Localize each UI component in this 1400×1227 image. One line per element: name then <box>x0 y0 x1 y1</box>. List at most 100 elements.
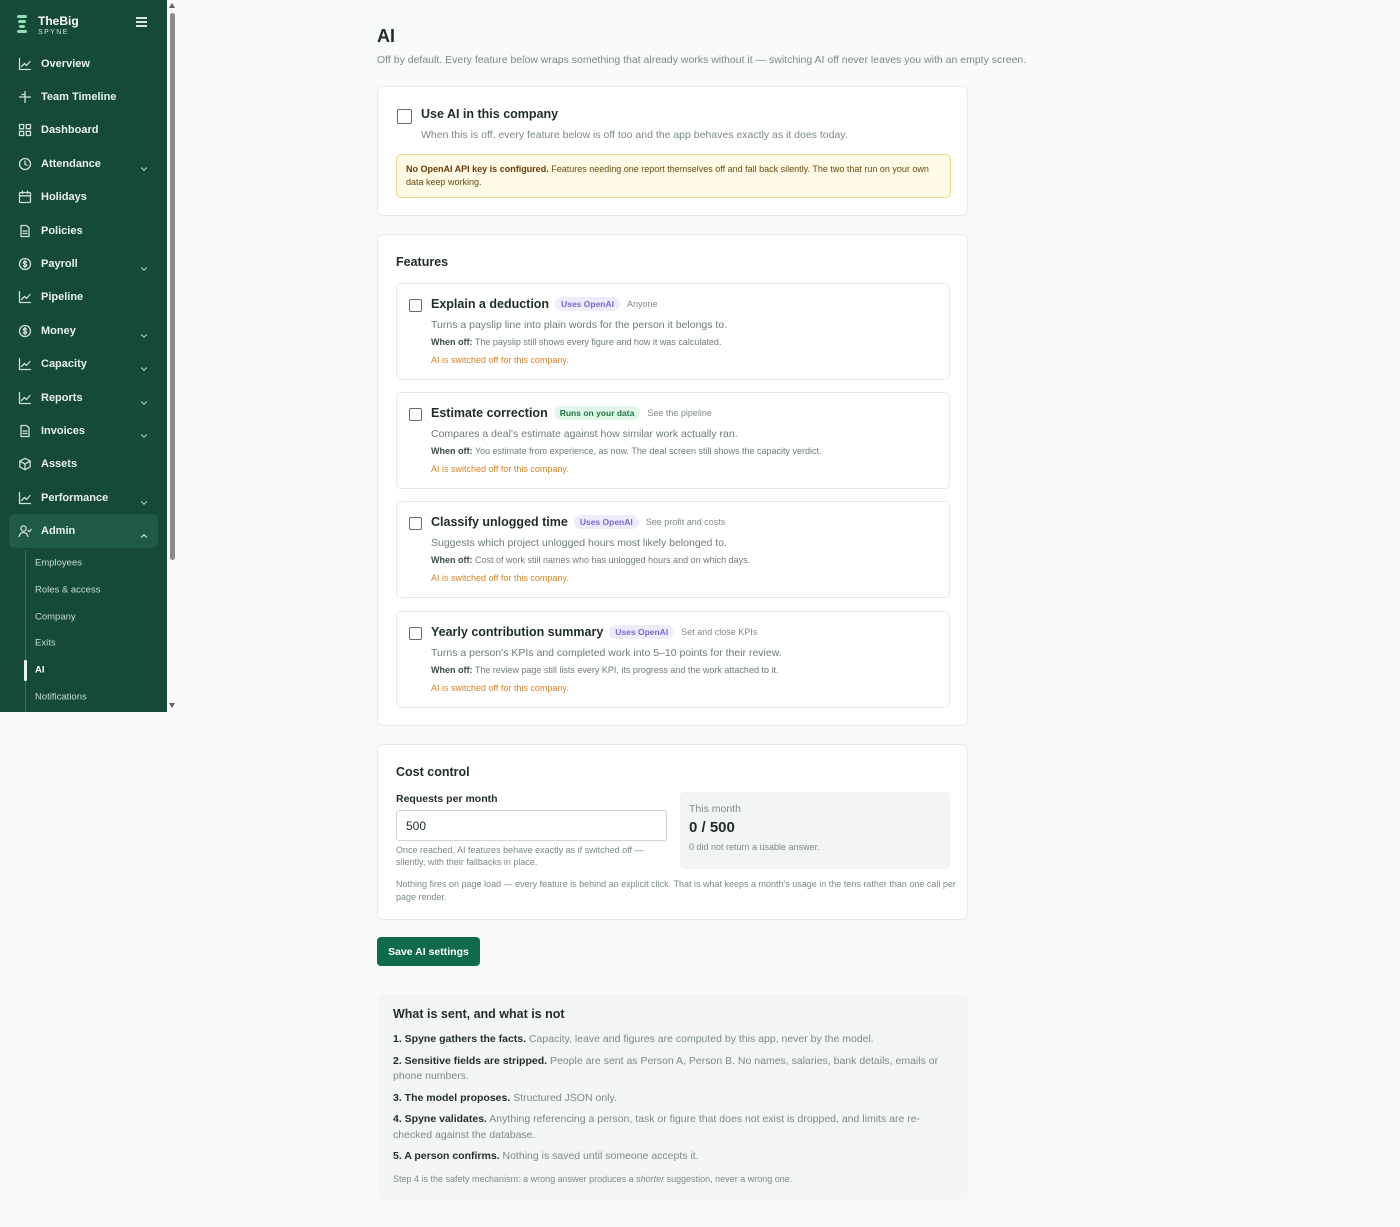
scroll-thumb[interactable] <box>170 13 175 560</box>
cost-footer-note: Nothing fires on page load — every featu… <box>396 879 956 902</box>
info-title: What is sent, and what is not <box>393 1007 565 1021</box>
sidebar-nav: Overview Team Timeline Dashboard Attendance… <box>0 47 167 712</box>
chart-line-icon <box>18 57 32 71</box>
sidebar-item-overview[interactable]: Overview <box>0 47 167 80</box>
feature-item: Estimate correction Runs on your data See … <box>396 392 950 489</box>
sidebar-item-performance[interactable]: Performance <box>0 481 167 514</box>
calendar-icon <box>18 190 32 204</box>
requests-per-month-input[interactable] <box>396 810 667 841</box>
sidebar-item-reports[interactable]: Reports <box>0 381 167 414</box>
document-icon <box>18 224 32 238</box>
chevron-up-icon[interactable] <box>140 527 148 538</box>
info-step: 3. The model proposes. Structured JSON o… <box>393 1091 943 1107</box>
feature-title: Yearly contribution summary <box>431 625 604 639</box>
feature-checkbox[interactable] <box>409 408 422 421</box>
feature-checkbox[interactable] <box>409 627 422 640</box>
feature-audience: See the pipeline <box>647 408 712 418</box>
when-off-text: The payslip still shows every figure and… <box>472 337 722 347</box>
sidebar-item-money[interactable]: Money <box>0 314 167 347</box>
sidebar-item-policies[interactable]: Policies <box>0 214 167 247</box>
requests-help-text: Once reached, AI features behave exactly… <box>396 845 644 867</box>
sidebar-item-label: Performance <box>41 491 109 504</box>
save-ai-settings-button[interactable]: Save AI settings <box>377 937 480 966</box>
sidebar-item-label: Money <box>41 324 76 337</box>
sidebar-item-team-timeline[interactable]: Team Timeline <box>0 80 167 113</box>
brand[interactable]: TheBig SPYNE <box>16 12 79 38</box>
chevron-down-icon[interactable] <box>140 260 148 271</box>
feature-checkbox[interactable] <box>409 299 422 312</box>
subnav-item-company[interactable]: Company <box>0 603 167 630</box>
info-footer-em: shorter <box>636 1174 665 1184</box>
info-steps: 1. Spyne gathers the facts. Capacity, le… <box>393 1032 943 1171</box>
scroll-up-arrow-icon[interactable] <box>169 3 175 8</box>
coin-icon <box>18 257 32 271</box>
grid-icon <box>18 123 32 137</box>
chevron-down-icon[interactable] <box>140 494 148 505</box>
feature-when-off: When off: Cost of work still names who h… <box>431 555 750 565</box>
info-step-text: Nothing is saved until someone accepts i… <box>499 1150 699 1162</box>
usage-panel: This month 0 / 500 0 did not return a us… <box>680 792 950 869</box>
api-key-warning: No OpenAI API key is configured. Feature… <box>396 154 951 198</box>
sidebar-item-payroll[interactable]: Payroll <box>0 247 167 280</box>
sidebar-item-assets[interactable]: Assets <box>0 448 167 481</box>
sidebar-item-capacity[interactable]: Capacity <box>0 348 167 381</box>
sidebar-item-label: Policies <box>41 224 83 237</box>
feature-title: Explain a deduction <box>431 297 550 311</box>
sidebar-item-label: Invoices <box>41 424 86 437</box>
sidebar-item-attendance[interactable]: Attendance <box>0 147 167 180</box>
cost-control-title: Cost control <box>396 765 470 779</box>
subnav-item-notifications[interactable]: Notifications <box>0 683 167 710</box>
info-step: 1. Spyne gathers the facts. Capacity, le… <box>393 1032 943 1048</box>
feature-status-note: AI is switched off for this company. <box>431 355 569 365</box>
info-step-title: 5. A person confirms. <box>393 1150 500 1162</box>
requests-per-month-label: Requests per month <box>396 793 498 805</box>
chevron-down-icon[interactable] <box>140 427 148 438</box>
usage-label: This month <box>689 803 741 815</box>
subnav-item-employees[interactable]: Employees <box>0 550 167 577</box>
subnav-item-ai[interactable]: AI <box>0 657 167 684</box>
sidebar-item-invoices[interactable]: Invoices <box>0 414 167 447</box>
info-step: 5. A person confirms. Nothing is saved u… <box>393 1149 943 1165</box>
chevron-down-icon[interactable] <box>140 360 148 372</box>
chevron-down-icon[interactable] <box>140 327 148 338</box>
sidebar-item-admin[interactable]: Admin <box>9 514 158 548</box>
brand-name: TheBig <box>38 13 79 28</box>
use-ai-checkbox[interactable] <box>397 109 412 124</box>
page-title: AI <box>377 26 395 46</box>
chevron-down-icon[interactable] <box>140 394 148 405</box>
sidebar-item-pipeline[interactable]: Pipeline <box>0 281 167 314</box>
feature-item: Classify unlogged time Uses OpenAI See pro… <box>396 501 950 598</box>
chart-line-icon <box>18 357 32 371</box>
subnav-item-label: Company <box>35 611 76 623</box>
when-off-label: When off: <box>431 555 473 565</box>
sidebar-item-label: Dashboard <box>41 124 99 137</box>
menu-toggle-icon[interactable] <box>136 17 147 27</box>
chart-line-icon <box>18 491 32 505</box>
info-step-title: 3. The model proposes. <box>393 1091 511 1104</box>
feature-badge: Runs on your data <box>553 406 641 420</box>
feature-checkbox[interactable] <box>409 517 422 530</box>
info-step-title: 2. Sensitive fields are stripped. <box>393 1054 548 1067</box>
features-title: Features <box>396 255 449 269</box>
chart-line-icon <box>18 290 32 304</box>
chevron-down-icon[interactable] <box>140 160 148 171</box>
sidebar-item-dashboard[interactable]: Dashboard <box>0 114 167 147</box>
sidebar: TheBig SPYNE Overview Team Timeline Dashbo… <box>0 0 167 712</box>
feature-description: Compares a deal's estimate against how s… <box>431 428 738 440</box>
feature-audience: Set and close KPIs <box>681 627 758 637</box>
usage-value: 0 / 500 <box>689 819 735 836</box>
sidebar-item-label: Team Timeline <box>41 91 117 104</box>
when-off-label: When off: <box>431 665 473 675</box>
scroll-down-arrow-icon[interactable] <box>169 703 175 708</box>
admin-subnav: Employees Roles & access Company Exits AI Not… <box>0 549 167 712</box>
subnav-item-roles-access[interactable]: Roles & access <box>0 577 167 604</box>
sidebar-scrollbar[interactable] <box>167 0 178 712</box>
sidebar-item-holidays[interactable]: Holidays <box>0 181 167 214</box>
info-footer: Step 4 is the safety mechanism: a wrong … <box>393 1174 792 1184</box>
feature-description: Turns a person's KPIs and completed work… <box>431 647 782 659</box>
timeline-icon <box>18 90 32 104</box>
subnav-item-label: Exits <box>35 637 56 649</box>
master-toggle-desc: When this is off, every feature below is… <box>421 129 848 141</box>
info-footer-pre: Step 4 is the safety mechanism: a wrong … <box>393 1174 637 1184</box>
subnav-item-exits[interactable]: Exits <box>0 630 167 657</box>
